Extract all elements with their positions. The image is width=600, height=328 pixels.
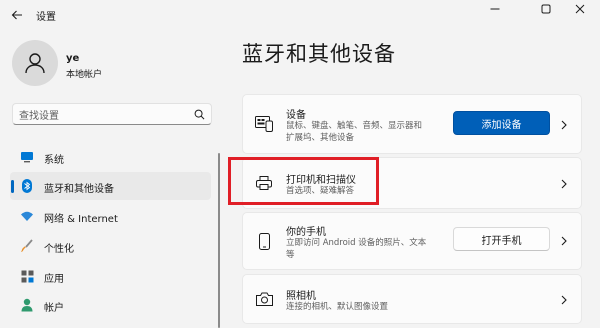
sidebar-item-label: 网络 & Internet xyxy=(44,214,118,225)
scrollbar[interactable] xyxy=(218,153,220,328)
bluetooth-icon xyxy=(20,179,34,193)
card-description: 立即访问 Android 设备的照片、文本 xyxy=(286,238,427,248)
close-button[interactable] xyxy=(565,0,595,18)
monitor-icon xyxy=(20,150,34,164)
window-title: 设置 xyxy=(36,12,56,23)
open-phone-button[interactable]: 打开手机 xyxy=(453,227,550,251)
chevron-right-icon xyxy=(559,294,569,306)
sidebar-item-network[interactable]: 网络 & Internet xyxy=(10,202,211,230)
chevron-right-icon xyxy=(559,119,569,131)
sidebar-item-label: 个性化 xyxy=(44,244,74,255)
maximize-button[interactable] xyxy=(531,0,561,18)
camera-icon xyxy=(255,290,273,308)
chevron-right-icon xyxy=(559,235,569,247)
card-title: 照相机 xyxy=(286,291,316,302)
user-name: ye xyxy=(66,53,80,64)
maximize-icon xyxy=(541,4,551,14)
card-description: 鼠标、键盘、触笔、音频、显示器和 xyxy=(286,121,423,131)
card-description: 扩展坞、其他设备 xyxy=(286,133,355,143)
card-description: 等 xyxy=(286,250,295,260)
card-title: 你的手机 xyxy=(286,227,326,238)
add-device-button[interactable]: 添加设备 xyxy=(453,111,550,135)
card-camera[interactable]: 照相机 连接的相机、默认图像设置 xyxy=(242,274,582,324)
sidebar-item-system[interactable]: 系统 xyxy=(10,143,211,171)
person-icon xyxy=(20,298,34,312)
sidebar-item-accounts[interactable]: 帐户 xyxy=(10,291,211,319)
minimize-button[interactable] xyxy=(480,0,510,18)
wifi-icon xyxy=(20,209,34,223)
back-button[interactable] xyxy=(8,6,26,24)
sidebar-item-apps[interactable]: 应用 xyxy=(10,262,211,290)
page-title: 蓝牙和其他设备 xyxy=(242,42,396,66)
sidebar-item-label: 蓝牙和其他设备 xyxy=(44,184,114,195)
search-placeholder: 查找设置 xyxy=(19,110,59,122)
chevron-right-icon xyxy=(559,178,569,190)
sidebar-item-label: 系统 xyxy=(44,155,64,166)
search-icon xyxy=(194,109,205,119)
card-title: 设备 xyxy=(286,110,306,121)
arrow-left-icon xyxy=(11,10,22,20)
card-your-phone[interactable]: 你的手机 立即访问 Android 设备的照片、文本 等 打开手机 xyxy=(242,212,582,270)
search-input[interactable]: 查找设置 xyxy=(12,103,212,125)
sidebar-item-label: 应用 xyxy=(44,274,64,285)
account-type: 本地帐户 xyxy=(66,70,103,80)
apps-icon xyxy=(20,269,34,283)
highlight-annotation xyxy=(228,157,379,205)
minimize-icon xyxy=(490,8,500,10)
card-devices[interactable]: 设备 鼠标、键盘、触笔、音频、显示器和 扩展坞、其他设备 添加设备 xyxy=(242,94,582,154)
brush-icon xyxy=(20,239,34,253)
selection-indicator xyxy=(11,180,14,193)
devices-icon xyxy=(255,115,273,133)
sidebar-item-label: 帐户 xyxy=(44,303,64,314)
user-avatar-icon xyxy=(25,53,45,74)
sidebar-item-bluetooth[interactable]: 蓝牙和其他设备 xyxy=(10,172,211,200)
phone-icon xyxy=(255,232,273,250)
close-icon xyxy=(575,4,585,14)
sidebar-item-personalization[interactable]: 个性化 xyxy=(10,232,211,260)
card-description: 连接的相机、默认图像设置 xyxy=(286,302,389,312)
avatar[interactable] xyxy=(12,40,58,86)
